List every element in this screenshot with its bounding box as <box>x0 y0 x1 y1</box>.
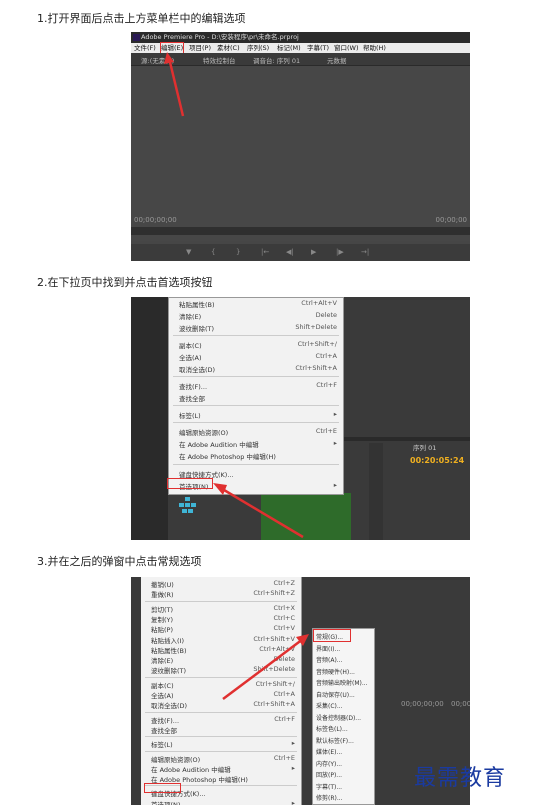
premiere-screenshot-1: Adobe Premiere Pro - D:\安装程序\pr\未命名.prpr… <box>131 32 470 261</box>
step-2-caption: 2.在下拉页中找到并点击首选项按钮 <box>37 276 213 289</box>
watermark: 最需教育 <box>414 766 507 791</box>
premiere-screenshot-2: 序列 01 00:20:05:24 粘贴属性(B) Ctrl+Alt+V 清除(E… <box>131 297 470 540</box>
red-arrow-1 <box>164 52 185 117</box>
red-arrow-2 <box>213 483 304 539</box>
step-1-caption: 1.打开界面后点击上方菜单栏中的编辑选项 <box>37 12 246 25</box>
step-3-caption: 3.并在之后的弹窗中点击常规选项 <box>37 555 202 568</box>
